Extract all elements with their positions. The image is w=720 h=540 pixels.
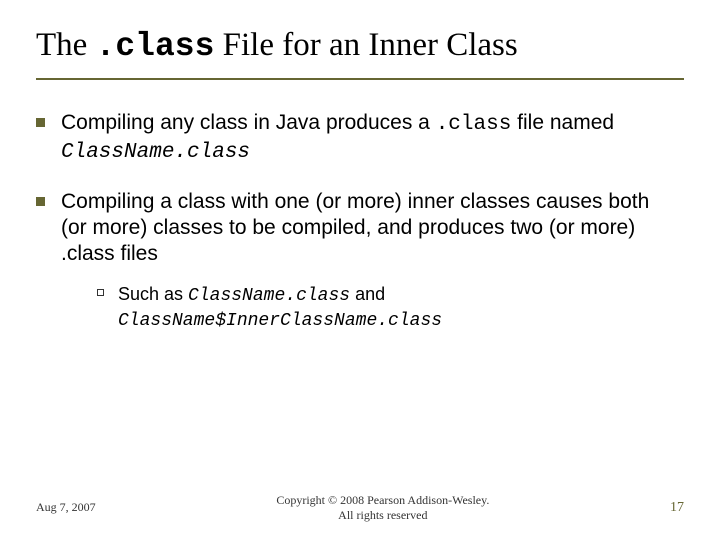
bullet-square-icon (36, 118, 45, 127)
bullet-item: Compiling a class with one (or more) inn… (36, 189, 680, 333)
footer-copyright: Copyright © 2008 Pearson Addison-Wesley.… (96, 493, 670, 522)
text-segment: Such as (118, 284, 188, 304)
slide-body: Compiling any class in Java produces a .… (36, 110, 680, 354)
sub-bullet-square-icon (97, 289, 104, 296)
copyright-line1: Copyright © 2008 Pearson Addison-Wesley. (276, 493, 489, 507)
text-segment: Compiling a class with one (or more) inn… (61, 190, 649, 266)
sub-bullet-item: Such as ClassName.class and ClassName$In… (97, 283, 680, 332)
title-code: .class (96, 28, 215, 65)
text-segment: Compiling any class in Java produces a (61, 111, 436, 134)
text-segment: ClassName$InnerClassName.class (118, 311, 442, 331)
slide: The .class File for an Inner Class Compi… (0, 0, 720, 540)
footer-date: Aug 7, 2007 (36, 500, 96, 515)
bullet-text: Compiling a class with one (or more) inn… (61, 189, 680, 333)
title-pre: The (36, 27, 96, 63)
text-segment: .class (436, 113, 512, 136)
title-underline (36, 78, 684, 80)
bullet-item: Compiling any class in Java produces a .… (36, 110, 680, 167)
text-segment: ClassName.class (61, 141, 250, 164)
text-segment: ClassName.class (188, 286, 350, 306)
footer: Aug 7, 2007 Copyright © 2008 Pearson Add… (36, 493, 684, 522)
text-segment: and (350, 284, 385, 304)
bullet-square-icon (36, 197, 45, 206)
title-post: File for an Inner Class (214, 27, 517, 63)
copyright-line2: All rights reserved (338, 508, 427, 522)
footer-page: 17 (670, 500, 684, 516)
sub-bullet-text: Such as ClassName.class and ClassName$In… (118, 283, 680, 332)
slide-title: The .class File for an Inner Class (36, 26, 684, 67)
text-segment: file named (511, 111, 614, 134)
bullet-text: Compiling any class in Java produces a .… (61, 110, 680, 167)
